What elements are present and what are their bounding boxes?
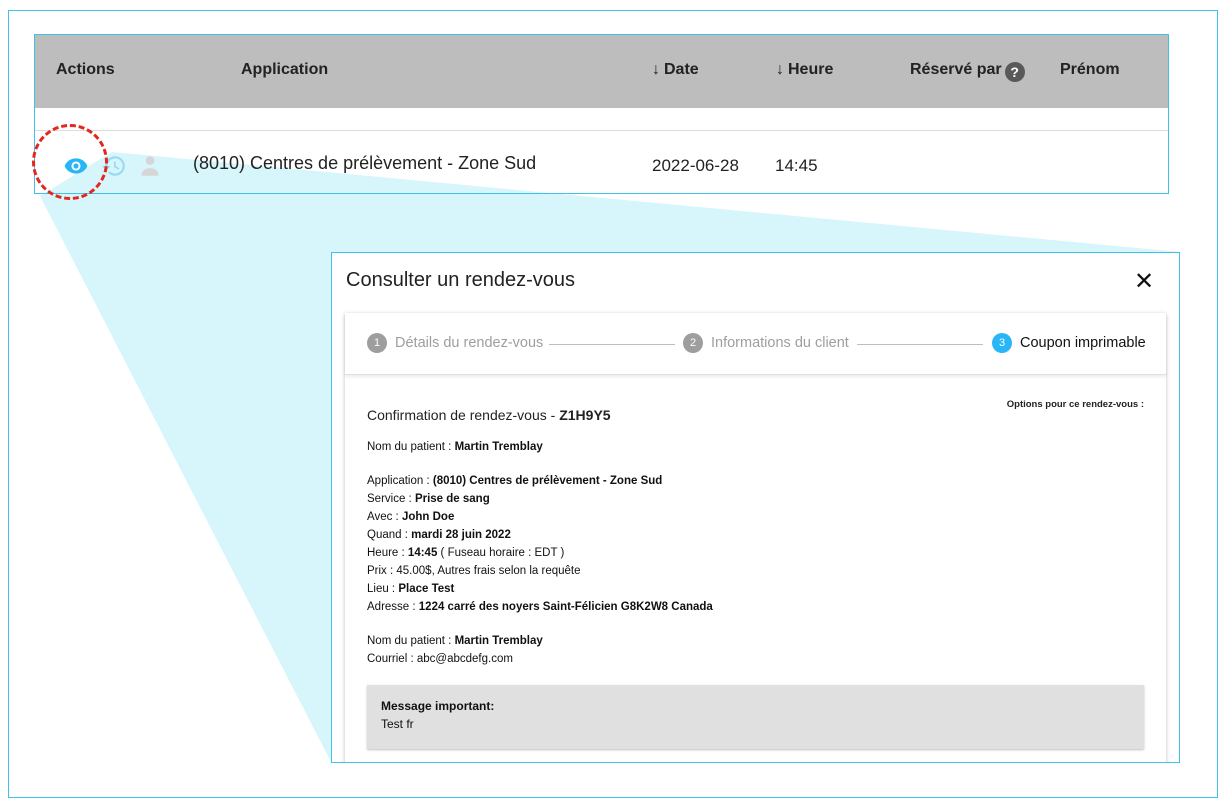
application-line: Application : (8010) Centres de prélèvem…	[367, 475, 663, 487]
help-icon[interactable]: ?	[1004, 62, 1025, 82]
sort-arrow-icon: ↓	[776, 61, 784, 78]
column-prenom[interactable]: Prénom	[1060, 61, 1120, 79]
step-client-info[interactable]: 2 Informations du client	[683, 333, 849, 353]
stepper-card: 1 Détails du rendez-vous 2 Informations …	[345, 313, 1166, 762]
column-actions: Actions	[56, 61, 115, 78]
patient-line: Nom du patient : Martin Tremblay	[367, 441, 543, 453]
appointment-modal: Consulter un rendez-vous ✕ 1 Détails du …	[331, 252, 1180, 763]
heure-line: Heure : 14:45 ( Fuseau horaire : EDT )	[367, 547, 565, 559]
options-label: Options pour ce rendez-vous :	[1006, 399, 1144, 410]
sort-arrow-icon: ↓	[652, 61, 660, 78]
message-title: Message important:	[381, 699, 495, 713]
highlight-circle	[32, 124, 108, 200]
table-header: Actions Application ↓ Date ↓ Heure Réservé…	[35, 35, 1168, 108]
lieu-line: Lieu : Place Test	[367, 583, 455, 595]
quand-line: Quand : mardi 28 juin 2022	[367, 529, 511, 541]
avec-line: Avec : John Doe	[367, 511, 455, 523]
column-reserve-par[interactable]: Réservé par?	[910, 61, 1025, 82]
step-connector	[857, 344, 983, 345]
appointments-table: Actions Application ↓ Date ↓ Heure Réservé…	[34, 34, 1169, 194]
message-text: Test fr	[381, 717, 414, 731]
modal-title: Consulter un rendez-vous	[346, 269, 576, 291]
row-heure: 14:45	[775, 156, 818, 175]
column-application[interactable]: Application	[241, 61, 328, 79]
row-date: 2022-06-28	[652, 156, 739, 175]
stepper: 1 Détails du rendez-vous 2 Informations …	[345, 313, 1166, 375]
column-date[interactable]: ↓ Date	[652, 61, 699, 79]
step-coupon[interactable]: 3 Coupon imprimable	[992, 333, 1146, 353]
step-connector	[549, 344, 675, 345]
adresse-line: Adresse : 1224 carré des noyers Saint-Fé…	[367, 601, 713, 613]
patient-line-2: Nom du patient : Martin Tremblay	[367, 635, 543, 647]
courriel-line: Courriel : abc@abcdefg.com	[367, 653, 513, 665]
row-application: (8010) Centres de prélèvement - Zone Sud	[193, 153, 537, 173]
step-details[interactable]: 1 Détails du rendez-vous	[367, 333, 543, 353]
prix-line: Prix : 45.00$, Autres frais selon la req…	[367, 565, 581, 577]
service-line: Service : Prise de sang	[367, 493, 490, 505]
important-message-box: Message important: Test fr	[367, 685, 1144, 749]
row-divider	[35, 130, 1168, 131]
person-icon[interactable]	[137, 153, 163, 179]
confirmation-code: Z1H9Y5	[559, 407, 611, 423]
confirmation-title: Confirmation de rendez-vous - Z1H9Y5	[367, 407, 611, 423]
close-icon[interactable]: ✕	[1133, 270, 1155, 294]
column-heure[interactable]: ↓ Heure	[776, 61, 833, 79]
